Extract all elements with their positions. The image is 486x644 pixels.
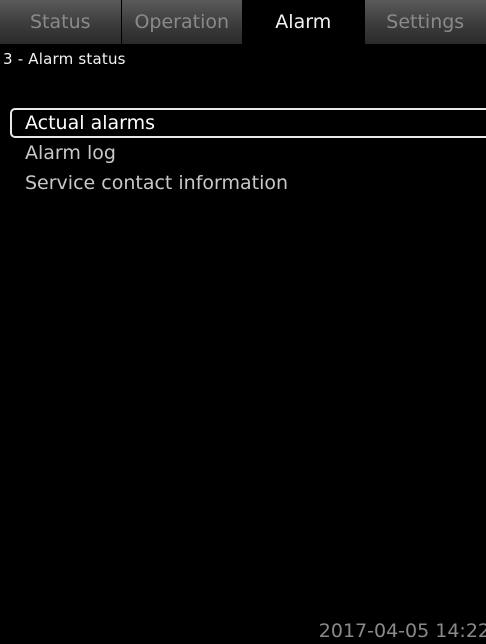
menu-item-alarm-log[interactable]: Alarm log bbox=[0, 138, 486, 168]
tab-bar: Status Operation Alarm Settings bbox=[0, 0, 486, 44]
tab-status[interactable]: Status bbox=[0, 0, 122, 44]
tab-alarm[interactable]: Alarm bbox=[243, 0, 365, 44]
status-timestamp: 2017-04-05 14:22 bbox=[318, 620, 486, 642]
breadcrumb: 3 - Alarm status bbox=[3, 50, 126, 68]
menu-item-service-contact-information[interactable]: Service contact information bbox=[0, 168, 486, 198]
alarm-menu: Actual alarms Alarm log Service contact … bbox=[0, 108, 486, 198]
menu-item-actual-alarms[interactable]: Actual alarms bbox=[10, 108, 486, 138]
tab-operation[interactable]: Operation bbox=[121, 0, 243, 44]
tab-settings[interactable]: Settings bbox=[364, 0, 486, 44]
